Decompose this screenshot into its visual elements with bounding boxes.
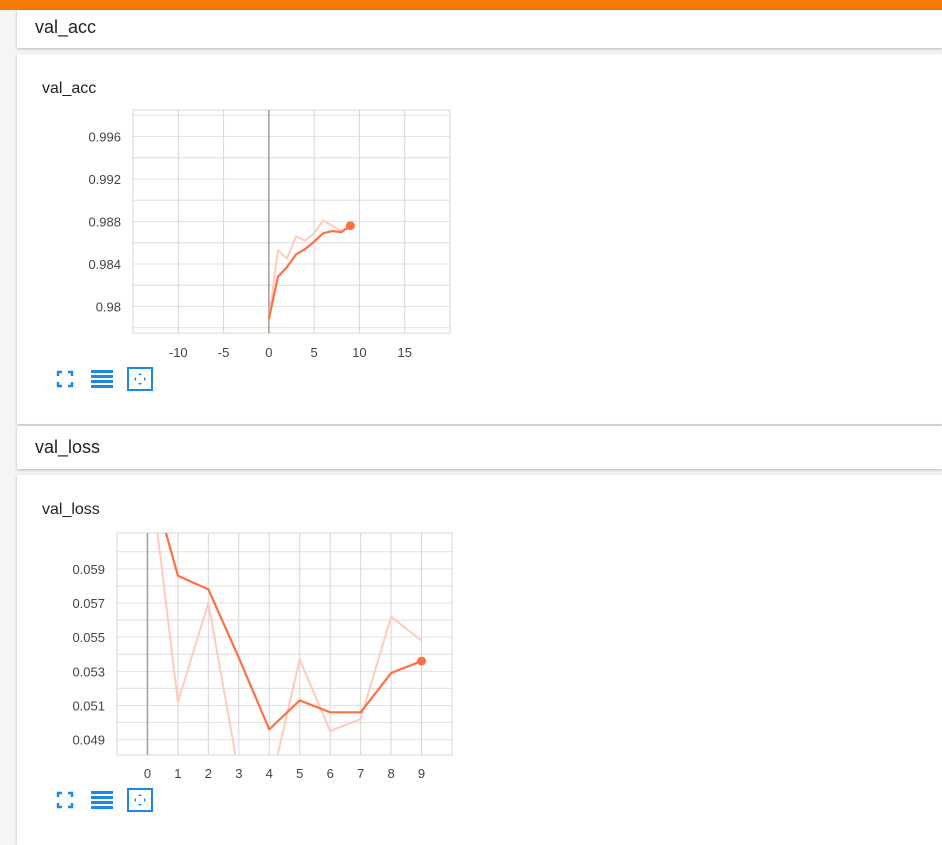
series-line-raw: [267, 219, 351, 320]
toggle-log-scale-icon[interactable]: [89, 366, 115, 392]
y-tick-label: 0.053: [72, 664, 105, 679]
section-header-val-acc[interactable]: val_acc: [17, 10, 942, 48]
x-tick-label: 8: [387, 766, 394, 781]
x-tick-label: 7: [357, 766, 364, 781]
series-endpoint-marker: [345, 221, 355, 231]
y-tick-label: 0.98: [96, 299, 121, 314]
y-tick-label: 0.059: [72, 562, 105, 577]
line-chart-val-loss[interactable]: 0.049 0.051 0.053 0.055 0.057 0.059 0 1 2 3 4 5 6 7 8 9: [17, 475, 942, 785]
chart-card-val-loss: val_loss 0.049 0.051 0.053 0.055 0.057 0.059 0…: [17, 475, 942, 845]
y-tick-label: 0.055: [72, 630, 105, 645]
x-tick-label: 5: [296, 766, 303, 781]
y-tick-label: 0.984: [88, 257, 121, 272]
series-line-smoothed: [267, 224, 352, 320]
fit-domain-icon[interactable]: [52, 787, 78, 813]
x-tick-label: 1: [174, 766, 181, 781]
expand-chart-icon[interactable]: [127, 366, 153, 392]
y-tick-label: 0.996: [88, 130, 121, 145]
section-header-label: val_loss: [35, 437, 101, 457]
y-tick-label: 0.051: [72, 698, 105, 713]
x-tick-label: 3: [235, 766, 242, 781]
x-tick-label: 15: [397, 345, 411, 360]
series-line-smoothed: [164, 533, 422, 731]
x-tick-label: -10: [169, 345, 188, 360]
top-accent-bar: [0, 0, 942, 10]
fit-domain-icon[interactable]: [52, 366, 78, 392]
x-tick-label: 9: [418, 766, 425, 781]
x-tick-label: 2: [205, 766, 212, 781]
y-tick-label: 0.988: [88, 215, 121, 230]
x-tick-label: 10: [352, 345, 366, 360]
y-tick-label: 0.992: [88, 172, 121, 187]
expand-chart-icon[interactable]: [127, 787, 153, 813]
line-chart-val-acc[interactable]: 0.98 0.984 0.988 0.992 0.996 -10 -5 0 5 10 15: [17, 54, 942, 364]
section-header-val-loss[interactable]: val_loss: [17, 426, 942, 469]
series-endpoint-marker: [417, 656, 427, 666]
x-tick-label: 0: [265, 345, 272, 360]
series-group: [267, 219, 352, 320]
section-header-label: val_acc: [35, 17, 97, 37]
toggle-log-scale-icon[interactable]: [89, 787, 115, 813]
y-tick-label: 0.057: [72, 596, 105, 611]
chart-card-val-acc: val_acc 0.98 0.984 0.988 0.992 0.996 -10 -5 0 5 1…: [17, 54, 942, 424]
y-tick-label: 0.049: [72, 733, 105, 748]
x-tick-label: 4: [266, 766, 273, 781]
x-tick-label: 0: [144, 766, 151, 781]
x-tick-label: 6: [327, 766, 334, 781]
x-tick-label: -5: [218, 345, 230, 360]
x-tick-label: 5: [311, 345, 318, 360]
